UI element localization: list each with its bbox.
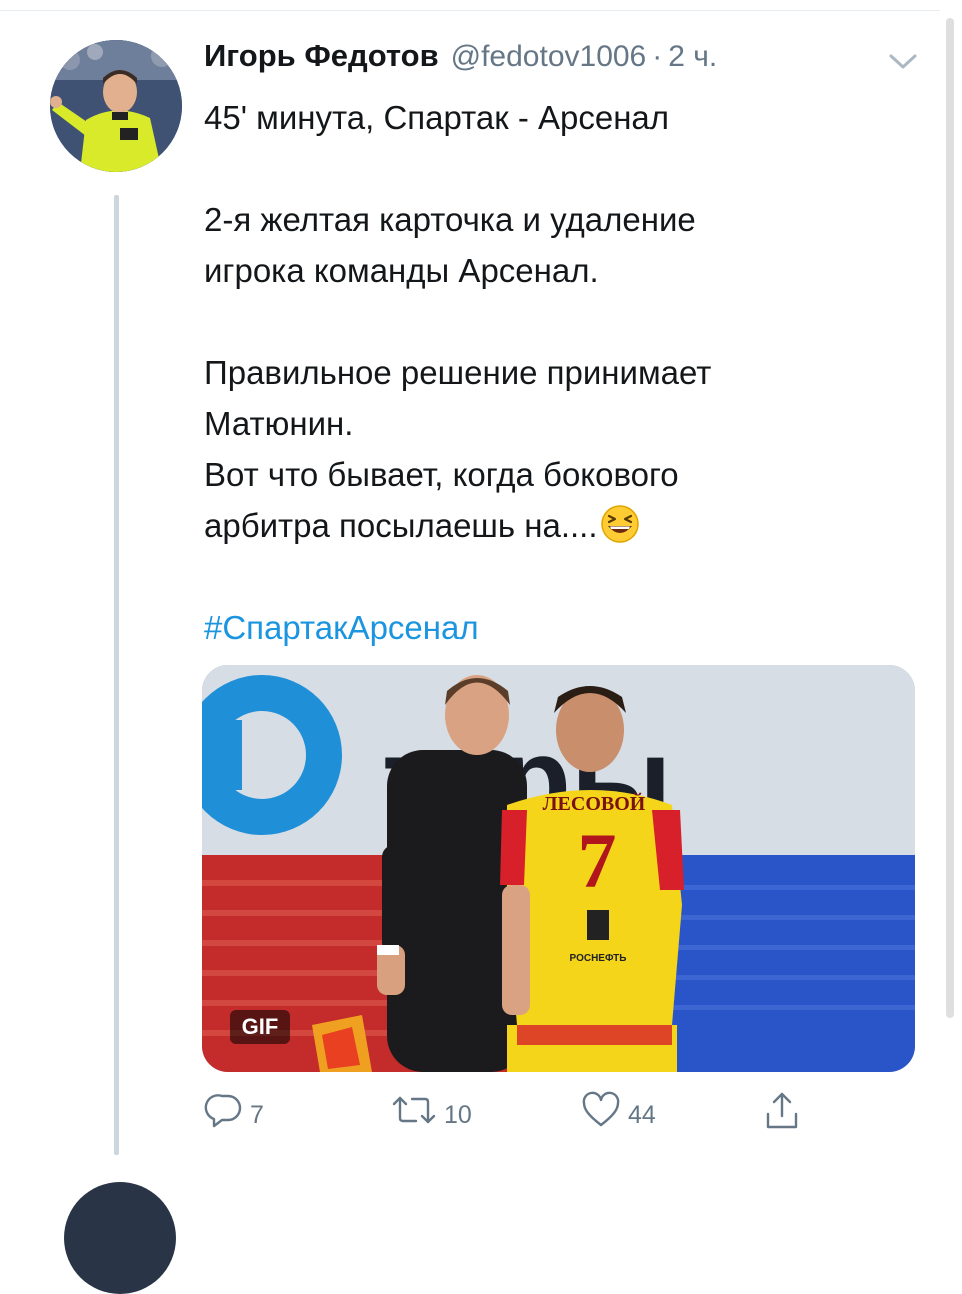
chevron-down-icon[interactable] [885, 48, 921, 74]
tweet-header: Игорь Федотов @fedotov1006 · 2 ч. [204, 38, 717, 82]
tweet-line: Матюнин. [204, 405, 354, 442]
tweet-text: 45' минута, Спартак - Арсенал 2-я желтая… [204, 92, 904, 653]
tweet-line: арбитра посылаешь на.... [204, 507, 598, 544]
heart-icon [580, 1090, 622, 1130]
player-name: ЛЕСОВОЙ [543, 792, 646, 815]
top-divider [0, 10, 940, 11]
scrollbar[interactable] [946, 18, 954, 1018]
sponsor-text: РОСНЕФТЬ [570, 953, 627, 964]
display-name[interactable]: Игорь Федотов [204, 38, 439, 74]
retweet-icon [390, 1090, 438, 1130]
tweet-line: игрока команды Арсенал. [204, 252, 599, 289]
reply-count: 7 [250, 1100, 264, 1129]
like-button[interactable]: 44 [580, 1090, 656, 1130]
tweet-actions: 7 10 44 [204, 1090, 904, 1140]
share-button[interactable] [762, 1090, 802, 1132]
grinning-squinting-face-icon [600, 504, 640, 544]
next-tweet-avatar[interactable] [64, 1182, 176, 1294]
like-count: 44 [628, 1100, 656, 1129]
tweet-line: 45' минута, Спартак - Арсенал [204, 99, 670, 136]
thread-line [114, 195, 119, 1155]
reply-button[interactable]: 7 [204, 1090, 264, 1130]
timestamp[interactable]: 2 ч. [668, 40, 717, 74]
player-number: 7 [578, 817, 617, 904]
reply-icon [204, 1090, 244, 1130]
tweet-line: Вот что бывает, когда бокового [204, 456, 679, 493]
tweet-line-last: арбитра посылаешь на.... [204, 500, 904, 551]
hashtag-link[interactable]: #СпартакАрсенал [204, 602, 904, 653]
gif-badge: GIF [230, 1010, 290, 1044]
user-handle[interactable]: @fedotov1006 [451, 40, 647, 74]
avatar[interactable] [50, 40, 182, 172]
tweet-line: Правильное решение принимает [204, 354, 712, 391]
retweet-button[interactable]: 10 [390, 1090, 472, 1130]
tweet-line: 2-я желтая карточка и удаление [204, 201, 696, 238]
separator-dot: · [652, 40, 663, 73]
gif-media[interactable]: ткры ЛЕСОВОЙ 7 РОСНЕФТЬ GIF [202, 665, 915, 1072]
share-icon [762, 1090, 802, 1132]
retweet-count: 10 [444, 1100, 472, 1129]
